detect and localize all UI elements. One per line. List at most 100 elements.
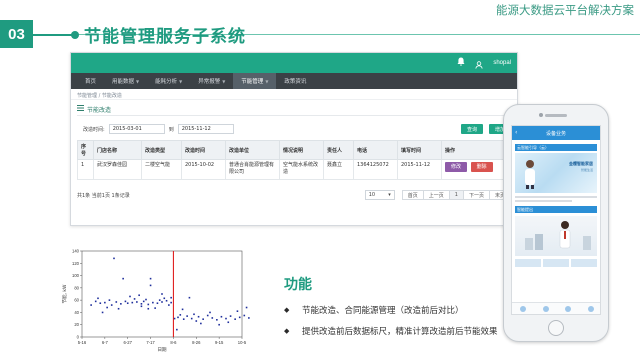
nav-item-energy-data[interactable]: 用能数据 ▼ — [104, 73, 147, 89]
data-point — [202, 318, 204, 320]
home-button[interactable] — [548, 320, 564, 336]
table-row[interactable]: 1 武汉罗森佳园 二楼空气能 2015-10-02 普通合肖能源管理有限公司 空… — [77, 159, 513, 180]
phone-tab-bar — [512, 302, 600, 314]
data-point — [147, 307, 150, 310]
discover-tab-icon[interactable] — [565, 305, 572, 312]
date-to-field[interactable]: 2015-11-12 — [177, 124, 234, 134]
data-point — [106, 306, 108, 309]
app-topbar: shopal — [71, 53, 517, 73]
chevron-down-icon: ▼ — [136, 78, 140, 84]
data-point — [120, 303, 122, 305]
next-page-button[interactable]: 下一页 — [462, 190, 490, 200]
tile[interactable] — [543, 259, 569, 267]
query-button[interactable]: 查询 — [460, 124, 483, 134]
data-point — [236, 310, 239, 312]
text-line — [515, 200, 573, 202]
y-tick-label: 40 — [74, 310, 79, 315]
phone-section-tag[interactable]: 智能提出 — [515, 206, 597, 213]
data-point — [206, 314, 209, 317]
x-axis-label: 日期 — [158, 347, 167, 353]
phone-section-tag[interactable]: 云智能引导（云） — [515, 144, 597, 151]
data-point — [113, 257, 115, 260]
phone-banner[interactable]: 金樱智能家居 智能生活 — [515, 153, 597, 193]
tile[interactable] — [571, 259, 597, 267]
nav-label: 节能管理 — [241, 79, 264, 85]
data-point — [108, 299, 111, 301]
data-point — [131, 301, 134, 304]
nav-item-home[interactable]: 首页 — [77, 73, 104, 89]
data-point — [229, 315, 232, 317]
x-tick-label: 10-5 — [238, 340, 247, 345]
nav-item-alarms[interactable]: 异常报警 ▼ — [190, 73, 233, 89]
back-arrow-icon[interactable]: ‹ — [515, 129, 517, 136]
x-tick-label: 6-7 — [102, 340, 109, 345]
column-header[interactable]: 改造时间 — [181, 140, 226, 160]
data-point — [209, 311, 211, 314]
first-page-button[interactable]: 首页 — [401, 190, 424, 200]
bell-icon[interactable] — [457, 57, 465, 69]
y-tick-label: 100 — [72, 273, 80, 278]
nav-item-consumption-analysis[interactable]: 能耗分析 ▼ — [147, 73, 190, 89]
data-point — [104, 301, 106, 304]
column-header[interactable]: 改造类型 — [141, 140, 182, 160]
page-size-select[interactable]: 10 ▾ — [364, 190, 395, 200]
section-number: 03 — [0, 20, 33, 48]
edit-button[interactable]: 修改 — [445, 162, 468, 172]
cell-type: 二楼空气能 — [141, 159, 182, 180]
nav-label: 政策资讯 — [284, 79, 307, 85]
delete-button[interactable]: 删除 — [470, 162, 493, 172]
prev-page-button[interactable]: 上一页 — [422, 190, 450, 200]
speaker-grille — [545, 114, 567, 117]
y-tick-label: 120 — [72, 261, 80, 266]
slide: 能源大数据云平台解决方案 03 节能管理服务子系统 shopal 首页 用能数据… — [0, 0, 640, 360]
nav-label: 用能数据 — [112, 79, 135, 85]
user-icon[interactable] — [475, 54, 483, 73]
x-tick-label: 8-6 — [170, 340, 177, 345]
data-point — [182, 318, 185, 320]
data-point — [193, 313, 195, 316]
banner-title: 金樱智能家居 — [569, 161, 593, 166]
energy-saving-scatter-chart: 0 20 40 60 80 100 120 140 5-16 6-7 6-27 7-17 8-6 8-26… — [61, 249, 250, 353]
column-header[interactable]: 操作 — [441, 140, 513, 160]
column-header[interactable]: 责任人 — [323, 140, 354, 160]
data-point — [122, 277, 124, 280]
data-point — [179, 314, 182, 316]
username-label[interactable]: shopal — [493, 60, 511, 66]
nav-item-policy-news[interactable]: 政策资讯 — [276, 73, 314, 89]
x-tick-label: 7-17 — [146, 340, 155, 345]
column-header[interactable]: 电话 — [353, 140, 398, 160]
data-point — [138, 294, 140, 297]
record-summary: 共1条 当前1页 1条记录 — [77, 192, 130, 199]
home-tab-icon[interactable] — [520, 305, 527, 312]
message-tab-icon[interactable] — [542, 305, 549, 312]
data-point — [147, 303, 150, 306]
column-header[interactable]: 改造单位 — [225, 140, 280, 160]
chevron-down-icon: ▼ — [265, 78, 269, 84]
main-nav: 首页 用能数据 ▼ 能耗分析 ▼ 异常报警 ▼ 节能管理 ▼ 政策资讯 — [71, 73, 517, 89]
diamond-bullet-icon: ◆ — [284, 306, 290, 314]
data-point — [238, 316, 241, 319]
tile[interactable] — [515, 259, 541, 267]
current-page-button[interactable]: 1 — [448, 190, 464, 200]
cell-unit: 普通合肖能源管理有限公司 — [225, 159, 280, 180]
date-from-field[interactable]: 2015-03-01 — [108, 124, 165, 134]
cell-desc: 空气能水系统改造 — [279, 159, 324, 180]
text-line — [515, 196, 597, 198]
cell-filled: 2015-11-12 — [397, 159, 442, 180]
column-header[interactable]: 情况说明 — [279, 140, 324, 160]
date-range-separator: 到 — [168, 126, 174, 133]
column-header[interactable]: 填写时间 — [397, 140, 442, 160]
data-point — [149, 277, 152, 280]
cell-no: 1 — [77, 159, 94, 180]
profile-tab-icon[interactable] — [587, 305, 594, 312]
cell-actions: 修改 删除 — [441, 159, 513, 180]
column-header[interactable]: 门店名称 — [93, 140, 142, 160]
phone-banner[interactable] — [515, 216, 597, 256]
feature-item: ◆ 节能改造、合同能源管理（改造前后对比） — [284, 304, 464, 316]
nav-item-energy-management[interactable]: 节能管理 ▼ — [233, 73, 277, 89]
breadcrumb: 节能管理 / 节能改造 — [71, 89, 517, 100]
feature-text: 节能改造、合同能源管理（改造前后对比） — [302, 306, 464, 316]
phone-text-lines — [515, 196, 597, 202]
data-point — [197, 315, 200, 318]
column-header[interactable]: 序号 — [77, 140, 94, 160]
